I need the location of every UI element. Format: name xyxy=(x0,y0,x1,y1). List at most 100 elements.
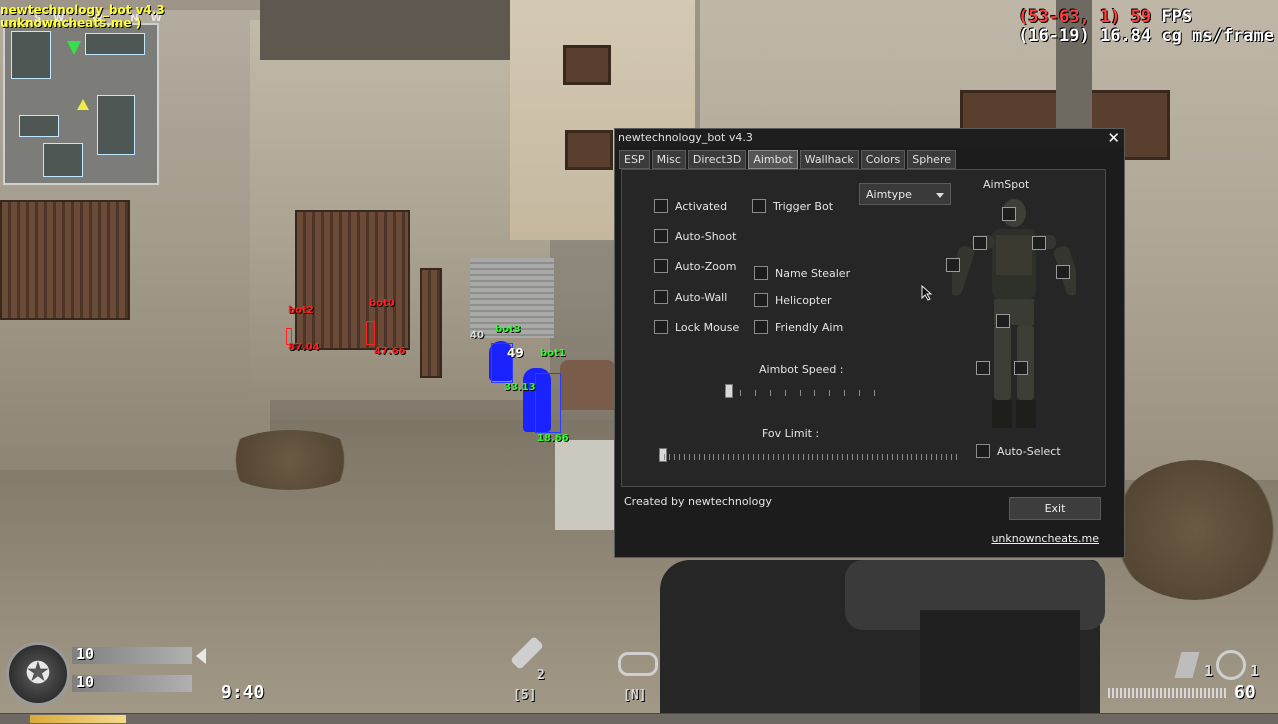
slider-tick xyxy=(803,454,804,460)
slider-tick xyxy=(723,454,724,460)
mouse-cursor-icon xyxy=(921,285,933,301)
menu-title: newtechnology_bot v4.3 xyxy=(618,131,753,144)
auto-shoot-label: Auto-Shoot xyxy=(675,229,737,243)
slider-tick xyxy=(877,454,878,460)
slider-tick xyxy=(936,454,937,460)
aimspot-left-shoulder[interactable] xyxy=(973,236,987,250)
ammo-panel: ✪ 10 10 xyxy=(0,636,210,716)
checkbox-box xyxy=(654,320,668,334)
fov-limit-thumb[interactable] xyxy=(659,448,667,462)
exit-button[interactable]: Exit xyxy=(1009,497,1101,520)
slider-tick xyxy=(931,454,932,460)
esp-dist-bot1: 18.66 xyxy=(537,433,569,444)
checkbox-box xyxy=(754,293,768,307)
middle-shutters xyxy=(295,210,410,350)
auto-wall-checkbox[interactable]: Auto-Wall xyxy=(654,290,727,304)
fps-range: (53-63, 1) xyxy=(1018,7,1121,27)
slider-tick xyxy=(773,454,774,460)
checkbox-box xyxy=(752,199,766,213)
slider-tick xyxy=(725,390,726,396)
flashbang-icon xyxy=(1216,650,1246,680)
slider-tick xyxy=(844,390,845,396)
slider-tick xyxy=(837,454,838,460)
slider-tick xyxy=(882,454,883,460)
minimap xyxy=(3,23,159,185)
aimspot-left-hand[interactable] xyxy=(946,258,960,272)
tower-window xyxy=(565,130,613,170)
unknowncheats-link[interactable]: unknowncheats.me xyxy=(991,532,1099,545)
lock-mouse-checkbox[interactable]: Lock Mouse xyxy=(654,320,739,334)
tab-direct3d[interactable]: Direct3D xyxy=(687,150,747,169)
slider-tick xyxy=(740,390,741,396)
slider-tick xyxy=(664,454,665,460)
bush xyxy=(1110,460,1278,600)
slider-tick xyxy=(770,390,771,396)
frag-count: 1 xyxy=(1204,662,1214,680)
player-arrow-icon xyxy=(67,41,81,55)
slider-tick xyxy=(892,454,893,460)
auto-select-checkbox[interactable]: Auto-Select xyxy=(976,444,1061,458)
slider-tick xyxy=(862,454,863,460)
slider-tick xyxy=(674,454,675,460)
aimspot-right-knee[interactable] xyxy=(1014,361,1028,375)
bush xyxy=(220,430,360,490)
auto-zoom-checkbox[interactable]: Auto-Zoom xyxy=(654,259,736,273)
aimspot-head[interactable] xyxy=(1002,207,1016,221)
ammo-bar-top: 10 xyxy=(72,645,192,664)
tab-wallhack[interactable]: Wallhack xyxy=(799,150,859,169)
tab-aimbot[interactable]: Aimbot xyxy=(748,150,798,169)
weapon-switch-arrow-icon xyxy=(196,648,206,664)
slider-tick xyxy=(842,454,843,460)
slider-tick xyxy=(872,454,873,460)
slider-tick xyxy=(921,454,922,460)
fov-limit-slider[interactable] xyxy=(659,448,957,462)
aimtype-dropdown[interactable]: Aimtype xyxy=(859,183,951,205)
eagle-emblem-icon: ✪ xyxy=(6,642,70,706)
slider-tick xyxy=(951,454,952,460)
cheat-menu-window: newtechnology_bot v4.3 ✕ ESP Misc Direct… xyxy=(614,128,1125,558)
menu-titlebar[interactable]: newtechnology_bot v4.3 ✕ xyxy=(615,129,1124,147)
left-shutters xyxy=(0,200,130,320)
esp-box-bot0 xyxy=(366,321,375,345)
tab-esp[interactable]: ESP xyxy=(619,150,650,169)
slider-tick xyxy=(763,454,764,460)
tab-colors[interactable]: Colors xyxy=(860,150,906,169)
slider-tick xyxy=(814,390,815,396)
aimspot-pelvis[interactable] xyxy=(996,314,1010,328)
name-stealer-label: Name Stealer xyxy=(775,266,851,280)
auto-shoot-checkbox[interactable]: Auto-Shoot xyxy=(654,229,736,243)
slider-tick xyxy=(793,454,794,460)
slider-tick xyxy=(689,454,690,460)
checkbox-box xyxy=(754,320,768,334)
aimspot-right-shoulder[interactable] xyxy=(1032,236,1046,250)
helicopter-label: Helicopter xyxy=(775,293,832,307)
flash-count: 1 xyxy=(1250,662,1260,680)
tab-misc[interactable]: Misc xyxy=(651,150,686,169)
menu-tabs: ESP Misc Direct3D Aimbot Wallhack Colors… xyxy=(619,150,957,169)
close-icon[interactable]: ✕ xyxy=(1107,129,1120,147)
cg-value: 16.84 xyxy=(1099,26,1152,46)
esp-name-bot3: bot3 xyxy=(495,324,521,335)
esp-dist-bot3: 33.13 xyxy=(504,382,536,393)
name-stealer-checkbox[interactable]: Name Stealer xyxy=(754,266,850,280)
activated-checkbox[interactable]: Activated xyxy=(654,199,727,213)
aimtype-value: Aimtype xyxy=(866,188,912,201)
slider-tick xyxy=(911,454,912,460)
ammo-bottom: 10 xyxy=(76,673,95,691)
trigger-bot-checkbox[interactable]: Trigger Bot xyxy=(752,199,833,213)
lock-mouse-label: Lock Mouse xyxy=(675,320,740,334)
slider-tick xyxy=(684,454,685,460)
friendly-aim-checkbox[interactable]: Friendly Aim xyxy=(754,320,843,334)
checkbox-box xyxy=(976,444,990,458)
slider-tick xyxy=(867,454,868,460)
aimspot-left-knee[interactable] xyxy=(976,361,990,375)
slider-tick xyxy=(798,454,799,460)
aimspot-right-hand[interactable] xyxy=(1056,265,1070,279)
esp-name-bot2: bot2 xyxy=(288,305,314,316)
aimbot-speed-slider[interactable] xyxy=(725,384,875,398)
tab-sphere[interactable]: Sphere xyxy=(907,150,957,169)
helicopter-checkbox[interactable]: Helicopter xyxy=(754,293,832,307)
slider-tick xyxy=(728,454,729,460)
aimbot-speed-thumb[interactable] xyxy=(725,384,733,398)
esp-dist-bot0: 47.66 xyxy=(374,346,406,357)
